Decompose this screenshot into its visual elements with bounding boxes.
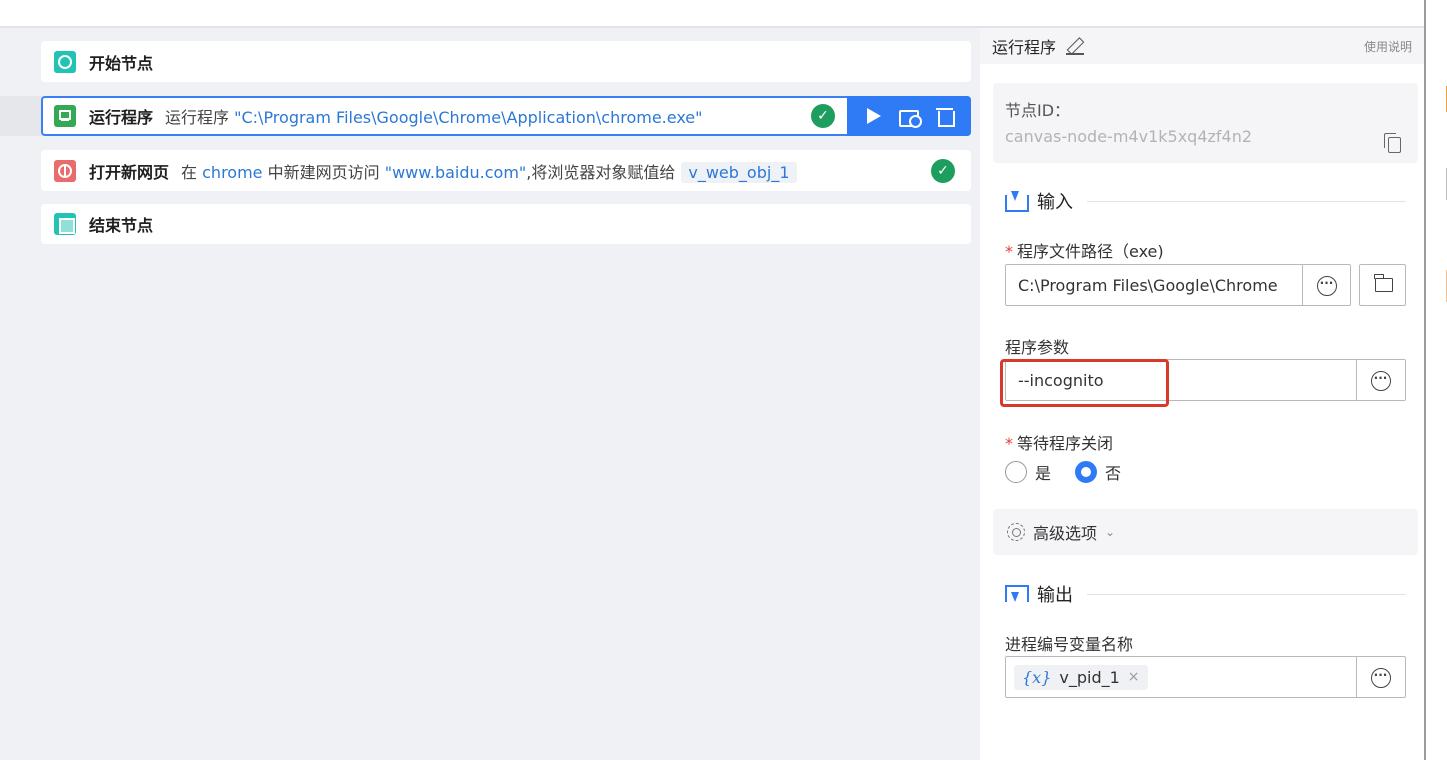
radio-yes[interactable] xyxy=(1005,461,1027,483)
desc-path: "C:\Program Files\Google\Chrome\Applicat… xyxy=(234,108,703,127)
success-check-icon: ✓ xyxy=(931,159,955,183)
help-link[interactable]: 使用说明 xyxy=(1364,38,1412,55)
program-path-label: * 程序文件路径（exe) xyxy=(1005,238,1164,262)
input-section-title: 输入 xyxy=(1037,192,1073,213)
radio-yes-label[interactable]: 是 xyxy=(1035,460,1051,484)
variable-chip: {x} v_pid_1 × xyxy=(1014,664,1148,690)
run-program-icon xyxy=(54,105,76,127)
edit-icon[interactable] xyxy=(1066,38,1085,55)
end-node-icon xyxy=(54,213,76,235)
desc-in: 在 xyxy=(181,162,198,182)
program-path-label-text: 程序文件路径（exe) xyxy=(1017,242,1164,261)
success-check-icon: ✓ xyxy=(811,104,835,128)
output-section-title: 输出 xyxy=(1037,585,1073,606)
desc-tail: ,将浏览器对象赋值给 xyxy=(526,162,676,182)
node-title: 结束节点 xyxy=(89,216,154,235)
panel-title: 运行程序 xyxy=(992,38,1057,57)
browse-file-button[interactable] xyxy=(1359,264,1406,306)
required-mark: * xyxy=(1005,242,1013,261)
selected-row-strip xyxy=(0,96,44,136)
disable-node-icon[interactable] xyxy=(898,105,922,128)
node-title: 打开新网页 xyxy=(89,162,170,182)
folder-icon xyxy=(1374,274,1393,292)
divider xyxy=(1087,200,1406,202)
play-icon[interactable] xyxy=(862,105,884,127)
trash-icon[interactable] xyxy=(934,105,956,127)
advanced-options-label: 高级选项 xyxy=(1033,524,1098,543)
top-bar xyxy=(0,0,1447,28)
node-toolbar xyxy=(847,96,971,136)
node-id-label: 节点ID： xyxy=(1005,101,1071,120)
node-description: 运行程序 "C:\Program Files\Google\Chrome\App… xyxy=(165,104,702,128)
pid-var-label: 进程编号变量名称 xyxy=(1005,635,1134,654)
input-section-header: 输入 xyxy=(1005,188,1406,214)
required-mark: * xyxy=(1005,434,1013,453)
flow-node-start[interactable]: 开始节点 xyxy=(41,41,971,82)
node-title: 运行程序 xyxy=(89,108,154,127)
more-icon xyxy=(1371,371,1391,391)
desc-mid: 中新建网页访问 xyxy=(267,162,380,182)
output-icon xyxy=(1005,584,1029,604)
chevron-down-icon: ⌄ xyxy=(1105,525,1116,539)
pid-var-input[interactable]: {x} v_pid_1 × xyxy=(1005,656,1357,698)
pid-var-more-button[interactable] xyxy=(1356,656,1406,698)
close-icon[interactable]: × xyxy=(1128,669,1140,685)
more-icon xyxy=(1317,276,1337,296)
advanced-options-toggle[interactable]: 高级选项 ⌄ xyxy=(993,509,1418,555)
scrollbar[interactable] xyxy=(1424,0,1447,760)
program-args-label: 程序参数 xyxy=(1005,338,1070,357)
desc-url: "www.baidu.com" xyxy=(384,162,527,182)
variable-tag: v_web_obj_1 xyxy=(681,161,797,183)
copy-icon[interactable] xyxy=(1384,133,1401,153)
program-path-input[interactable]: C:\Program Files\Google\Chrome xyxy=(1005,264,1303,306)
desc-browser: chrome xyxy=(202,162,263,182)
flow-canvas[interactable] xyxy=(0,28,980,760)
input-icon xyxy=(1005,191,1029,212)
more-icon xyxy=(1371,668,1391,688)
desc-prefix: 运行程序 xyxy=(165,108,230,127)
node-id-value: canvas-node-m4v1k5xq4zf4n2 xyxy=(1005,127,1253,146)
program-args-more-button[interactable] xyxy=(1356,359,1406,401)
wait-close-radio-group: 是 否 xyxy=(1005,460,1145,484)
node-title: 开始节点 xyxy=(89,53,154,73)
variable-icon: {x} xyxy=(1022,667,1052,687)
wait-close-label: * 等待程序关闭 xyxy=(1005,430,1113,454)
flow-node-end[interactable]: 结束节点 xyxy=(41,204,971,244)
divider xyxy=(1087,593,1406,595)
web-page-icon xyxy=(54,159,76,182)
radio-no-label[interactable]: 否 xyxy=(1105,460,1121,484)
start-node-icon xyxy=(54,50,76,73)
flow-node-open-webpage[interactable]: 打开新网页 在 chrome 中新建网页访问 "www.baidu.com",将… xyxy=(41,150,971,191)
panel-header: 运行程序 使用说明 xyxy=(980,28,1424,64)
node-id-box: 节点ID： canvas-node-m4v1k5xq4zf4n2 xyxy=(993,83,1418,163)
flow-node-run-program[interactable]: 运行程序 运行程序 "C:\Program Files\Google\Chrom… xyxy=(41,96,971,136)
radio-no[interactable] xyxy=(1075,461,1098,483)
output-section-header: 输出 xyxy=(1005,581,1406,607)
gear-icon xyxy=(1007,523,1025,541)
variable-chip-label: v_pid_1 xyxy=(1059,667,1120,687)
node-description: 在 chrome 中新建网页访问 "www.baidu.com",将浏览器对象赋… xyxy=(181,159,797,183)
highlight-annotation-box xyxy=(1000,359,1169,407)
program-path-more-button[interactable] xyxy=(1302,264,1351,306)
wait-close-label-text: 等待程序关闭 xyxy=(1017,434,1114,453)
